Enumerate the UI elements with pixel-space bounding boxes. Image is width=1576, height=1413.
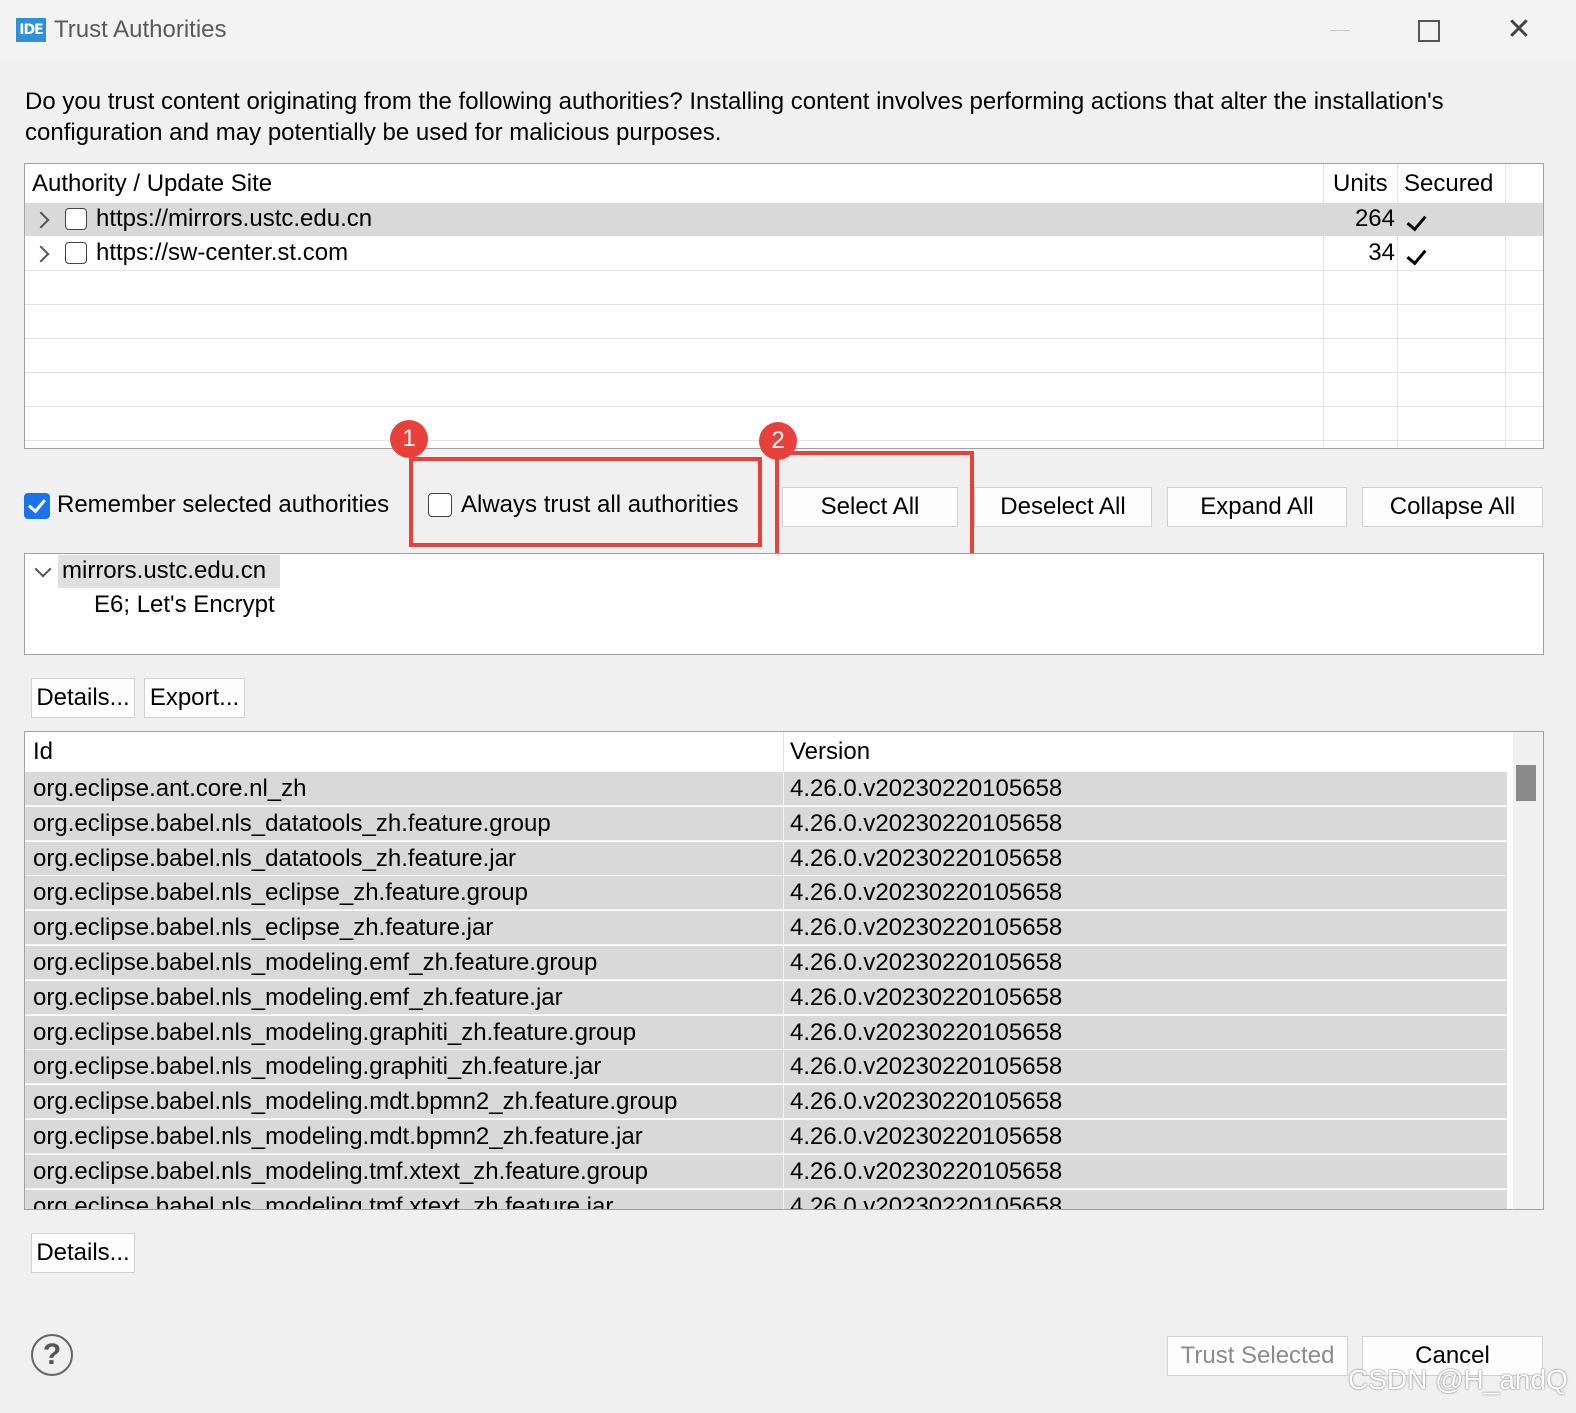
certificate-issuer[interactable]: E6; Let's Encrypt [94,591,275,619]
units-table[interactable]: Id Version org.eclipse.ant.core.nl_zh 4.2… [24,731,1544,1210]
unit-version: 4.26.0.v20230220105658 [790,809,1063,837]
remember-authorities-checkbox[interactable] [24,493,50,519]
unit-version: 4.26.0.v20230220105658 [790,1192,1063,1210]
authority-units: 264 [1354,205,1395,232]
maximize-button[interactable] [1404,10,1450,50]
unit-version: 4.26.0.v20230220105658 [790,983,1063,1011]
column-header-authority[interactable]: Authority / Update Site [32,170,272,198]
unit-version: 4.26.0.v20230220105658 [790,775,1063,802]
column-header-secured[interactable]: Secured [1404,170,1493,198]
table-row[interactable]: org.eclipse.babel.nls_modeling.mdt.bpmn2… [25,1085,1507,1120]
unit-id: org.eclipse.babel.nls_modeling.graphiti_… [33,1053,602,1081]
table-row[interactable]: org.eclipse.babel.nls_modeling.emf_zh.fe… [25,946,1507,980]
unit-id: org.eclipse.babel.nls_modeling.tmf.xtext… [33,1157,649,1185]
table-row[interactable]: org.eclipse.babel.nls_modeling.mdt.bpmn2… [25,1120,1507,1154]
deselect-all-button[interactable]: Deselect All [974,487,1152,527]
annotation-box-2 [775,451,974,558]
minimize-button[interactable] [1318,10,1364,50]
table-row[interactable]: org.eclipse.babel.nls_modeling.graphiti_… [25,1015,1507,1050]
expand-all-button[interactable]: Expand All [1167,487,1347,527]
authority-checkbox[interactable] [65,242,87,264]
trust-selected-button[interactable]: Trust Selected [1167,1336,1348,1376]
authority-row[interactable]: https://mirrors.ustc.edu.cn 264 [25,203,1543,236]
authority-site: https://mirrors.ustc.edu.cn [96,205,373,232]
intro-text: Do you trust content originating from th… [25,88,1444,146]
column-header-version[interactable]: Version [790,738,870,766]
scrollbar-thumb[interactable] [1516,765,1536,801]
scrollbar[interactable] [1513,732,1543,1209]
table-row[interactable]: org.eclipse.babel.nls_modeling.tmf.xtext… [25,1154,1507,1189]
unit-version: 4.26.0.v20230220105658 [790,949,1063,976]
check-icon [1406,210,1427,232]
unit-version: 4.26.0.v20230220105658 [790,1053,1063,1081]
certificate-root[interactable]: mirrors.ustc.edu.cn [62,557,266,585]
unit-version: 4.26.0.v20230220105658 [790,879,1063,907]
unit-version: 4.26.0.v20230220105658 [790,1123,1063,1150]
unit-id: org.eclipse.babel.nls_eclipse_zh.feature… [33,914,494,942]
help-icon[interactable]: ? [31,1334,73,1376]
table-row[interactable]: org.eclipse.babel.nls_modeling.graphiti_… [25,1050,1507,1085]
close-button[interactable]: ✕ [1496,10,1542,50]
export-button[interactable]: Export... [144,678,245,718]
unit-version: 4.26.0.v20230220105658 [790,844,1063,872]
column-header-id[interactable]: Id [33,738,53,766]
unit-id: org.eclipse.ant.core.nl_zh [33,775,307,802]
certificate-details-button[interactable]: Details... [31,678,135,718]
table-row[interactable]: org.eclipse.babel.nls_datatools_zh.featu… [25,841,1507,876]
unit-version: 4.26.0.v20230220105658 [790,1018,1063,1046]
window-title: Trust Authorities [54,16,227,43]
column-header-units[interactable]: Units [1333,170,1388,198]
authority-site: https://sw-center.st.com [96,239,349,266]
table-row[interactable]: org.eclipse.ant.core.nl_zh 4.26.0.v202302… [25,772,1507,806]
unit-details-button[interactable]: Details... [31,1233,135,1273]
unit-id: org.eclipse.babel.nls_modeling.emf_zh.fe… [33,983,563,1011]
authority-checkbox[interactable] [65,208,87,230]
chevron-right-icon[interactable] [32,245,50,263]
table-row[interactable]: org.eclipse.babel.nls_modeling.emf_zh.fe… [25,980,1507,1015]
close-icon: ✕ [1506,13,1532,46]
annotation-marker-2: 2 [759,422,797,460]
unit-id: org.eclipse.babel.nls_modeling.graphiti_… [33,1018,637,1046]
annotation-marker-1: 1 [390,420,428,458]
unit-id: org.eclipse.babel.nls_modeling.emf_zh.fe… [33,949,598,976]
unit-id: org.eclipse.babel.nls_datatools_zh.featu… [33,809,551,837]
unit-id: org.eclipse.babel.nls_eclipse_zh.feature… [33,879,528,907]
unit-version: 4.26.0.v20230220105658 [790,1088,1063,1116]
collapse-all-button[interactable]: Collapse All [1362,487,1543,527]
authority-units: 34 [1368,239,1395,266]
watermark: CSDN @H_andQ [1348,1364,1568,1395]
unit-id: org.eclipse.babel.nls_modeling.mdt.bpmn2… [33,1123,643,1150]
authorities-table[interactable]: Authority / Update Site Units Secured ht… [24,163,1544,449]
unit-version: 4.26.0.v20230220105658 [790,1157,1063,1185]
table-row[interactable]: org.eclipse.babel.nls_modeling.tmf.xtext… [25,1189,1507,1210]
table-row[interactable]: org.eclipse.babel.nls_eclipse_zh.feature… [25,876,1507,911]
table-row[interactable]: org.eclipse.babel.nls_datatools_zh.featu… [25,806,1507,841]
remember-authorities-label[interactable]: Remember selected authorities [57,491,389,519]
unit-id: org.eclipse.babel.nls_datatools_zh.featu… [33,844,516,872]
authority-row[interactable]: https://sw-center.st.com 34 [25,237,1543,270]
check-icon [1406,244,1427,266]
unit-id: org.eclipse.babel.nls_modeling.tmf.xtext… [33,1192,614,1210]
app-icon: IDE [16,18,46,42]
unit-id: org.eclipse.babel.nls_modeling.mdt.bpmn2… [33,1088,678,1116]
chevron-right-icon[interactable] [32,211,50,229]
table-row[interactable]: org.eclipse.babel.nls_eclipse_zh.feature… [25,911,1507,946]
unit-version: 4.26.0.v20230220105658 [790,914,1063,942]
annotation-box-1 [409,457,762,547]
